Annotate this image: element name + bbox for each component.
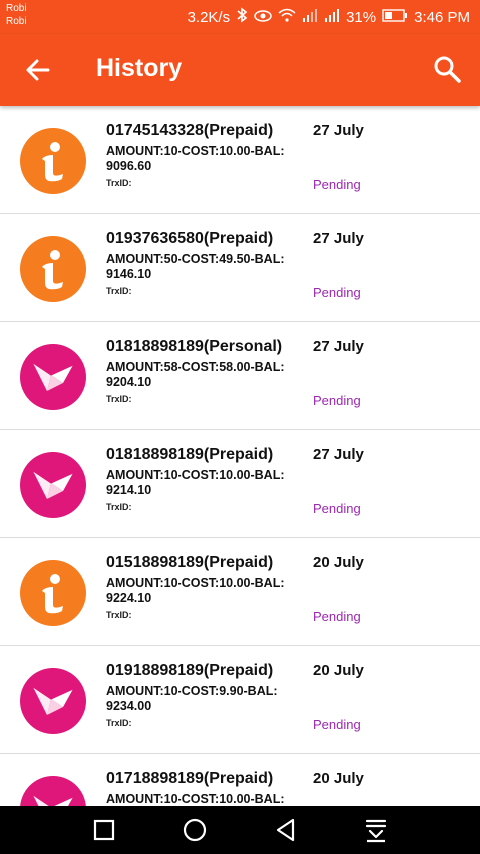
page-title: History [96, 54, 183, 82]
phone-number: 01818898189(Personal) [106, 338, 283, 355]
bird-icon [20, 452, 86, 518]
home-icon[interactable] [181, 816, 209, 844]
clock: 3:46 PM [414, 8, 470, 26]
notification-pull-icon[interactable] [362, 816, 390, 844]
network-speed: 3.2K/s [187, 8, 231, 26]
transaction-details: AMOUNT:10-COST:10.00-BAL: 9096.60 [106, 144, 285, 173]
transaction-details: AMOUNT:10-COST:9.90-BAL: 9234.00 [106, 684, 278, 713]
trx-id: TrxID: [106, 286, 132, 296]
eye-icon [254, 9, 272, 26]
list-item[interactable]: 01718898189(Prepaid) AMOUNT:10-COST:10.00… [0, 754, 480, 806]
transaction-details: AMOUNT:50-COST:49.50-BAL: 9146.10 [106, 252, 285, 281]
status-badge: Pending [313, 177, 361, 192]
transaction-date: 20 July [313, 662, 364, 679]
transaction-date: 27 July [313, 122, 364, 139]
transaction-details: AMOUNT:10-COST:10.00-BAL: 9224.10 [106, 576, 285, 605]
recent-apps-icon[interactable] [90, 816, 118, 844]
transaction-details: AMOUNT:10-COST:10.00-BAL: [106, 792, 285, 806]
transaction-date: 27 July [313, 446, 364, 463]
status-badge: Pending [313, 609, 361, 624]
phone-number: 01518898189(Prepaid) [106, 554, 274, 571]
battery-percent: 31% [346, 8, 377, 26]
arrow-left-icon[interactable] [22, 54, 54, 86]
bird-icon [20, 344, 86, 410]
status-badge: Pending [313, 717, 361, 732]
status-badge: Pending [313, 285, 361, 300]
status-badge: Pending [313, 501, 361, 516]
trx-id: TrxID: [106, 178, 132, 188]
wifi-icon [278, 8, 296, 26]
trx-id: TrxID: [106, 718, 132, 728]
carrier-label: Robi Robi [6, 2, 27, 28]
list-item[interactable]: 01818898189(Personal) AMOUNT:58-COST:58.0… [0, 322, 480, 430]
navigation-bar [0, 806, 480, 854]
status-badge: Pending [313, 393, 361, 408]
trx-id: TrxID: [106, 610, 132, 620]
trx-id: TrxID: [106, 394, 132, 404]
transaction-date: 20 July [313, 554, 364, 571]
list-item[interactable]: 01518898189(Prepaid) AMOUNT:10-COST:10.00… [0, 538, 480, 646]
info-icon [20, 560, 86, 626]
list-item[interactable]: 01818898189(Prepaid) AMOUNT:10-COST:10.00… [0, 430, 480, 538]
transaction-details: AMOUNT:58-COST:58.00-BAL: 9204.10 [106, 360, 285, 389]
search-icon[interactable] [432, 54, 462, 84]
transaction-date: 27 July [313, 338, 364, 355]
transaction-date: 20 July [313, 770, 364, 787]
info-icon [20, 128, 86, 194]
status-indicators: 3.2K/s 31% 3:46 PM [188, 7, 470, 27]
list-item[interactable]: 01745143328(Prepaid) AMOUNT:10-COST:10.00… [0, 106, 480, 214]
bluetooth-icon [236, 7, 248, 27]
signal-icon [302, 8, 318, 26]
history-list[interactable]: 01745143328(Prepaid) AMOUNT:10-COST:10.00… [0, 106, 480, 806]
phone-number: 01745143328(Prepaid) [106, 122, 274, 139]
transaction-details: AMOUNT:10-COST:10.00-BAL: 9214.10 [106, 468, 285, 497]
bird-icon [20, 668, 86, 734]
signal-icon-2 [324, 8, 340, 26]
list-item[interactable]: 01937636580(Prepaid) AMOUNT:50-COST:49.50… [0, 214, 480, 322]
app-bar: History [0, 34, 480, 106]
phone-number: 01918898189(Prepaid) [106, 662, 274, 679]
phone-number: 01818898189(Prepaid) [106, 446, 274, 463]
back-nav-icon[interactable] [272, 816, 300, 844]
phone-number: 01937636580(Prepaid) [106, 230, 274, 247]
carrier-line-1: Robi [6, 3, 27, 14]
transaction-date: 27 July [313, 230, 364, 247]
trx-id: TrxID: [106, 502, 132, 512]
status-bar: Robi Robi 3.2K/s 31% 3:46 PM [0, 0, 480, 34]
bird-icon [20, 776, 86, 806]
list-item[interactable]: 01918898189(Prepaid) AMOUNT:10-COST:9.90-… [0, 646, 480, 754]
carrier-line-2: Robi [6, 16, 27, 27]
info-icon [20, 236, 86, 302]
battery-icon [382, 8, 408, 26]
phone-number: 01718898189(Prepaid) [106, 770, 274, 787]
